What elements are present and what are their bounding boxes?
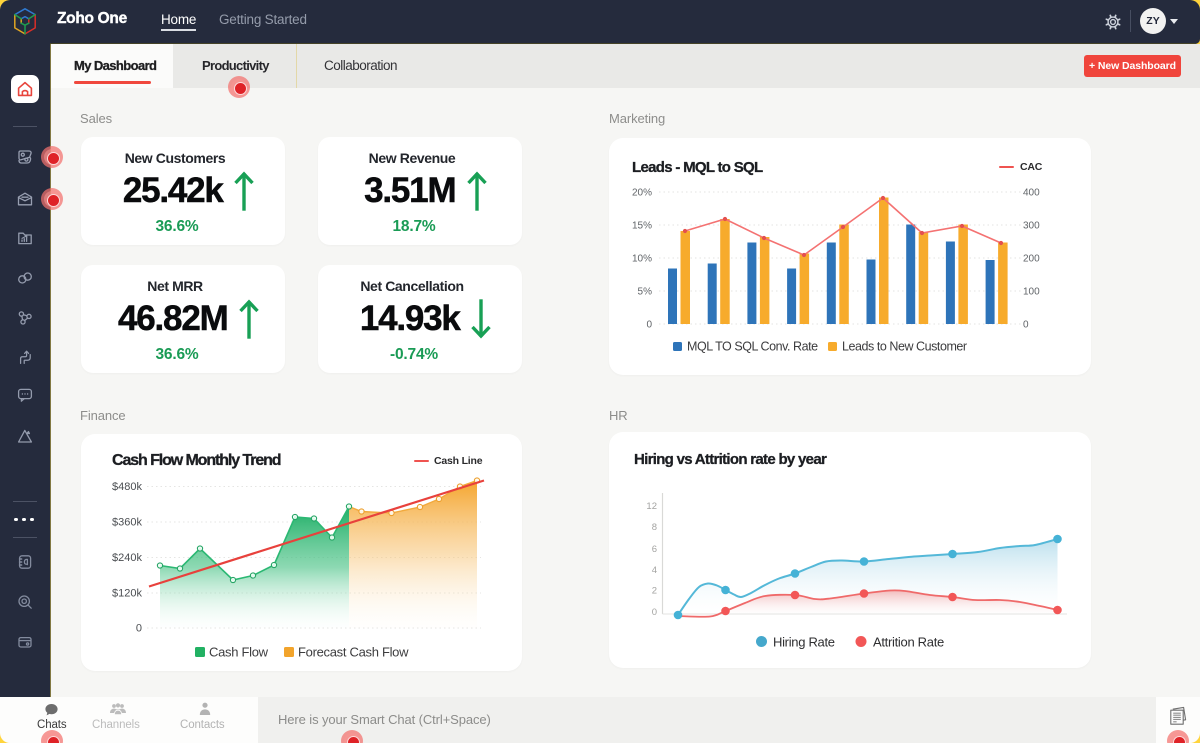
svg-text:Forecast Cash Flow: Forecast Cash Flow	[298, 645, 409, 660]
svg-text:MQL TO SQL Conv. Rate: MQL TO SQL Conv. Rate	[687, 340, 818, 354]
svg-text:$120k: $120k	[112, 588, 142, 600]
svg-text:0: 0	[652, 607, 657, 618]
svg-text:Leads to New Customer: Leads to New Customer	[842, 340, 967, 354]
svg-text:15%: 15%	[632, 221, 652, 232]
svg-text:$360k: $360k	[112, 517, 142, 529]
svg-text:Attrition Rate: Attrition Rate	[873, 635, 944, 650]
svg-text:20%: 20%	[632, 188, 652, 199]
svg-text:6: 6	[652, 544, 657, 555]
svg-text:4: 4	[652, 565, 657, 576]
svg-text:2: 2	[652, 585, 657, 596]
svg-text:400: 400	[1023, 188, 1040, 199]
svg-text:200: 200	[1023, 254, 1040, 265]
svg-text:$480k: $480k	[112, 481, 142, 493]
svg-text:0: 0	[1023, 320, 1029, 331]
svg-text:100: 100	[1023, 287, 1040, 298]
svg-text:0: 0	[136, 623, 142, 635]
svg-text:10%: 10%	[632, 254, 652, 265]
svg-text:300: 300	[1023, 221, 1040, 232]
svg-text:Hiring Rate: Hiring Rate	[773, 635, 835, 650]
svg-text:12: 12	[646, 501, 657, 512]
svg-text:0: 0	[646, 320, 652, 331]
svg-text:8: 8	[652, 522, 657, 533]
svg-text:5%: 5%	[638, 287, 653, 298]
svg-text:$240k: $240k	[112, 552, 142, 564]
svg-text:Cash Flow: Cash Flow	[209, 645, 269, 660]
